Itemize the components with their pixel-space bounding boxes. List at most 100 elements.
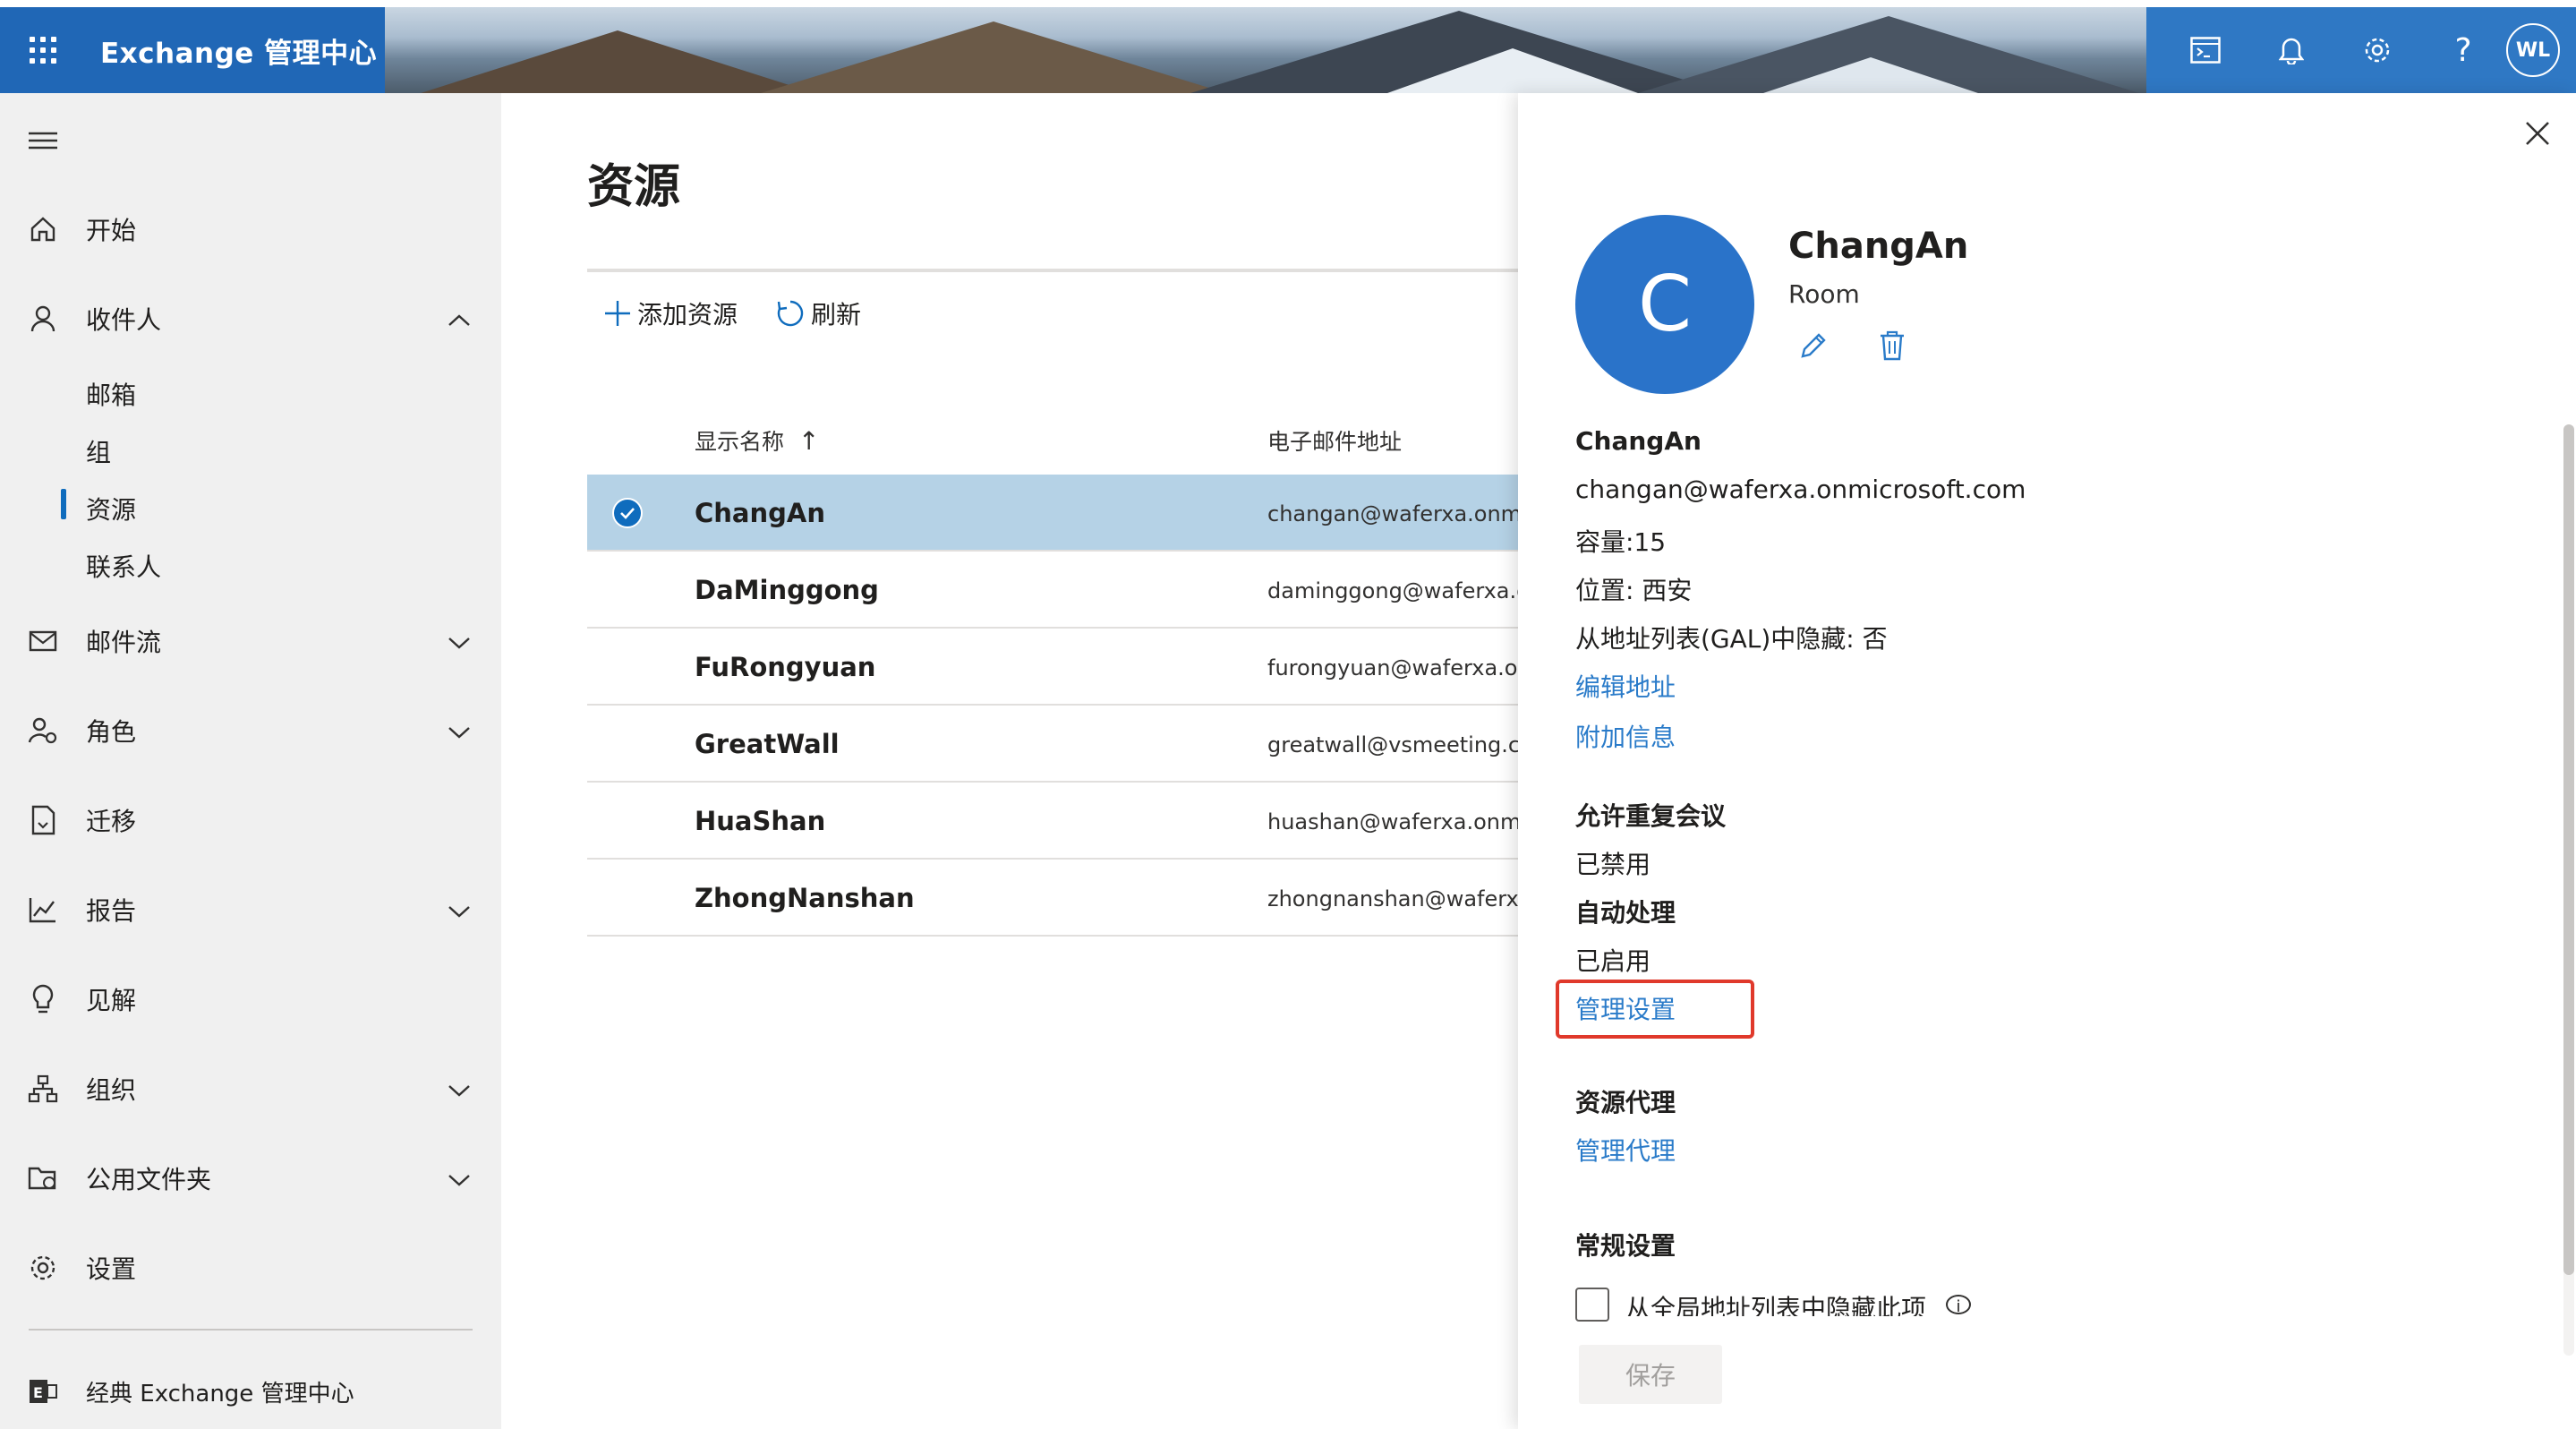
table-row[interactable]: GreatWall greatwall@vsmeeting.cn xyxy=(587,706,1518,783)
add-resource-label: 添加资源 xyxy=(637,300,738,329)
manage-delegates-link[interactable]: 管理代理 xyxy=(1575,1132,1676,1168)
hide-from-gal-label: 从全局地址列表中隐藏此项 xyxy=(1625,1294,1927,1316)
chevron-down-icon[interactable] xyxy=(448,899,471,928)
app-launcher-area: Exchange 管理中心 xyxy=(0,7,385,93)
sub-item-resources[interactable]: 资源 xyxy=(86,491,136,526)
edit-address-link[interactable]: 编辑地址 xyxy=(1575,668,1676,704)
edit-icon[interactable] xyxy=(1797,329,1830,365)
resource-type: Room xyxy=(1788,279,1860,309)
chevron-up-icon[interactable] xyxy=(448,308,471,338)
nav-item-recipients[interactable]: 收件人 xyxy=(0,292,501,346)
mail-icon xyxy=(27,629,59,653)
left-navigation: 开始 收件人 邮箱 组 资源 联系人 邮件流 角色 迁移 报告 见解 组织 公用… xyxy=(0,93,501,1429)
table-row[interactable]: HuaShan huashan@waferxa.onmicro xyxy=(587,783,1518,860)
recurring-meetings-heading: 允许重复会议 xyxy=(1575,801,1727,831)
row-email: greatwall@vsmeeting.cn xyxy=(1267,732,1518,757)
nav-divider xyxy=(29,1329,473,1331)
recurring-meetings-value: 已禁用 xyxy=(1575,850,1651,879)
refresh-icon xyxy=(777,300,804,327)
row-display-name: HuaShan xyxy=(695,806,826,836)
sort-ascending-icon: ↑ xyxy=(798,426,820,456)
chevron-down-icon[interactable] xyxy=(448,630,471,660)
auto-processing-heading: 自动处理 xyxy=(1575,898,1676,928)
gear-icon xyxy=(27,1253,59,1283)
refresh-label: 刷新 xyxy=(811,300,862,329)
header-actions: ? WL xyxy=(2146,7,2576,93)
chart-icon xyxy=(27,896,59,923)
nav-label: 设置 xyxy=(86,1254,137,1284)
active-indicator xyxy=(61,489,66,519)
hamburger-menu-icon[interactable] xyxy=(29,131,57,154)
title-divider xyxy=(587,269,1518,272)
chevron-down-icon[interactable] xyxy=(448,1078,471,1108)
sub-item-groups[interactable]: 组 xyxy=(86,433,111,469)
row-display-name: FuRongyuan xyxy=(695,652,876,682)
gear-icon[interactable] xyxy=(2334,7,2420,93)
resource-details-panel: C ChangAn Room ChangAn changan@waferxa.o… xyxy=(1518,93,2576,1429)
add-resource-button[interactable]: 添加资源 xyxy=(603,295,738,331)
chevron-down-icon[interactable] xyxy=(448,720,471,749)
nav-item-reports[interactable]: 报告 xyxy=(0,883,501,937)
row-email: changan@waferxa.onmicro xyxy=(1267,501,1518,526)
delete-icon[interactable] xyxy=(1878,329,1906,365)
row-display-name: ChangAn xyxy=(695,498,825,528)
public-folder-icon xyxy=(27,1165,59,1192)
table-row[interactable]: FuRongyuan furongyuan@waferxa.onm xyxy=(587,629,1518,706)
row-email: daminggong@waferxa.onm xyxy=(1267,578,1518,603)
chevron-down-icon[interactable] xyxy=(448,1168,471,1197)
nav-item-home[interactable]: 开始 xyxy=(0,202,501,256)
display-name-value: ChangAn xyxy=(1575,426,1702,456)
panel-scrollbar-thumb[interactable] xyxy=(2563,424,2574,1275)
nav-item-mail-flow[interactable]: 邮件流 xyxy=(0,614,501,668)
additional-info-link[interactable]: 附加信息 xyxy=(1575,718,1676,754)
column-header-display-name[interactable]: 显示名称 ↑ xyxy=(695,424,819,457)
nav-label: 迁移 xyxy=(86,807,137,836)
user-avatar[interactable]: WL xyxy=(2506,23,2560,77)
nav-label: 见解 xyxy=(86,986,137,1015)
gal-hidden-value: 从地址列表(GAL)中隐藏: 否 xyxy=(1575,624,1888,654)
manage-settings-link[interactable]: 管理设置 xyxy=(1575,990,1676,1026)
row-email: furongyuan@waferxa.onm xyxy=(1267,655,1518,680)
save-button[interactable]: 保存 xyxy=(1579,1345,1722,1404)
main-content: 资源 添加资源 刷新 显示名称 ↑ 电子邮件地址 ChangAn changan… xyxy=(501,93,1518,1429)
info-icon[interactable]: i xyxy=(1946,1295,1971,1314)
email-value: changan@waferxa.onmicrosoft.com xyxy=(1575,475,2026,504)
terminal-icon[interactable] xyxy=(2162,7,2248,93)
row-email: zhongnanshan@waferxa.o xyxy=(1267,886,1518,911)
table-row[interactable]: ChangAn changan@waferxa.onmicro xyxy=(587,475,1518,552)
table-row[interactable]: DaMinggong daminggong@waferxa.onm xyxy=(587,552,1518,629)
sub-item-mailboxes[interactable]: 邮箱 xyxy=(86,376,136,412)
nav-item-roles[interactable]: 角色 xyxy=(0,704,501,757)
nav-item-migration[interactable]: 迁移 xyxy=(0,793,501,847)
nav-label: 开始 xyxy=(86,216,137,245)
sub-item-contacts[interactable]: 联系人 xyxy=(86,548,161,584)
nav-item-organization[interactable]: 组织 xyxy=(0,1062,501,1116)
svg-text:E: E xyxy=(33,1384,43,1401)
nav-item-public-folders[interactable]: 公用文件夹 xyxy=(0,1151,501,1205)
refresh-button[interactable]: 刷新 xyxy=(775,295,861,331)
resource-name: ChangAn xyxy=(1788,226,1969,267)
nav-item-insights[interactable]: 见解 xyxy=(0,972,501,1026)
help-icon[interactable]: ? xyxy=(2420,7,2506,93)
classic-eac-link[interactable]: E 经典 Exchange 管理中心 xyxy=(0,1365,501,1418)
person-icon xyxy=(27,304,59,333)
waffle-icon[interactable] xyxy=(0,7,86,93)
hide-from-gal-checkbox[interactable] xyxy=(1575,1288,1609,1322)
app-title[interactable]: Exchange 管理中心 xyxy=(100,30,377,71)
row-checked-icon[interactable] xyxy=(612,498,643,528)
resource-avatar: C xyxy=(1575,215,1754,394)
exchange-logo-icon: E xyxy=(27,1378,59,1405)
plus-icon xyxy=(605,301,630,326)
nav-item-settings[interactable]: 设置 xyxy=(0,1241,501,1295)
table-row[interactable]: ZhongNanshan zhongnanshan@waferxa.o xyxy=(587,860,1518,937)
bell-icon[interactable] xyxy=(2248,7,2334,93)
location-value: 位置: 西安 xyxy=(1575,576,1693,605)
auto-processing-value: 已启用 xyxy=(1575,946,1651,976)
close-icon[interactable] xyxy=(2524,120,2551,150)
row-display-name: DaMinggong xyxy=(695,575,879,605)
org-icon xyxy=(27,1074,59,1103)
nav-label: 收件人 xyxy=(86,305,162,335)
home-icon xyxy=(27,215,59,244)
column-header-email[interactable]: 电子邮件地址 xyxy=(1267,424,1402,457)
top-bar: Exchange 管理中心 ? WL xyxy=(0,7,2576,93)
